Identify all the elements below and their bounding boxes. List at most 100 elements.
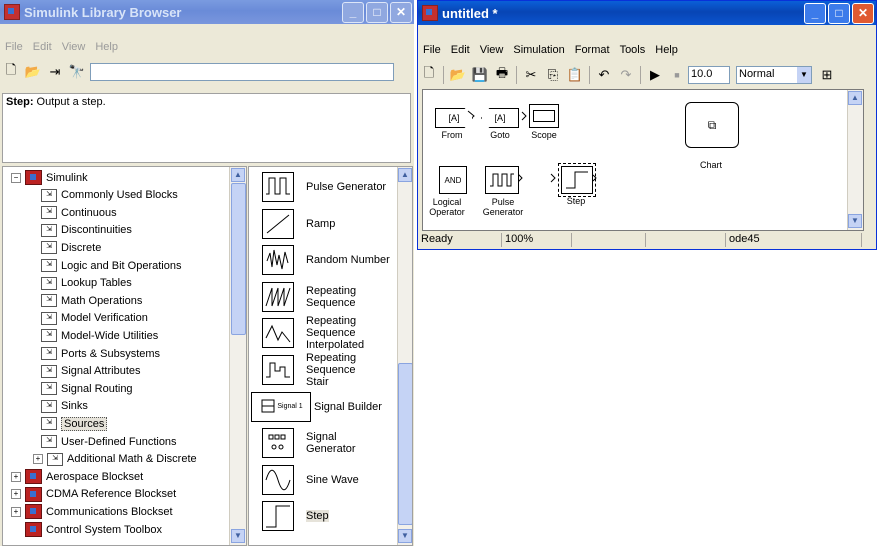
- canvas-scroll-down-button[interactable]: ▼: [848, 214, 862, 228]
- menu-help[interactable]: Help: [90, 41, 123, 53]
- tree-node[interactable]: ⇲ Logic and Bit Operations: [41, 257, 181, 274]
- library-block-item[interactable]: Repeating Sequence: [249, 277, 396, 317]
- tree-scroll-up-button[interactable]: ▲: [231, 168, 245, 182]
- new-icon[interactable]: 🗋: [418, 65, 440, 85]
- redo-icon[interactable]: ↷: [615, 65, 637, 85]
- pin-icon[interactable]: ⇥: [44, 62, 66, 82]
- repeating-sequence-stair-icon[interactable]: [262, 355, 294, 385]
- repeating-sequence-interpolated-icon[interactable]: [262, 318, 294, 349]
- menu-edit[interactable]: Edit: [28, 41, 57, 53]
- open-icon[interactable]: 📂: [447, 65, 469, 85]
- library-block-item[interactable]: Step: [249, 496, 396, 536]
- expand-icon[interactable]: +: [33, 454, 43, 465]
- undo-icon[interactable]: ↶: [593, 65, 615, 85]
- tree-node[interactable]: ⇲ User-Defined Functions: [41, 433, 177, 450]
- expand-icon[interactable]: +: [11, 489, 21, 500]
- chevron-down-icon[interactable]: ▼: [797, 67, 811, 83]
- cut-icon[interactable]: ✂: [520, 65, 542, 85]
- signal-generator-icon[interactable]: [262, 428, 294, 459]
- tree-node[interactable]: ⇲ Signal Routing: [41, 380, 133, 397]
- step-icon[interactable]: [262, 501, 294, 532]
- tree-node[interactable]: ⇲ Ports & Subsystems: [41, 345, 160, 362]
- tree-node[interactable]: ⇲ Math Operations: [41, 292, 142, 309]
- close-button[interactable]: ✕: [390, 2, 412, 23]
- library-browser-titlebar[interactable]: Simulink Library Browser _ □ ✕: [0, 0, 414, 24]
- random-number-icon[interactable]: [262, 245, 294, 276]
- find-icon[interactable]: 🔭: [66, 62, 88, 82]
- tree-node[interactable]: + Communications Blockset: [11, 503, 173, 520]
- step-block[interactable]: [558, 163, 596, 197]
- blocks-scroll-up-button[interactable]: ▲: [398, 168, 412, 182]
- menu-edit[interactable]: Edit: [446, 44, 475, 56]
- collapse-icon[interactable]: −: [11, 172, 21, 183]
- scope-block[interactable]: [529, 104, 559, 128]
- tree-node[interactable]: ⇲ Sinks: [41, 398, 88, 415]
- signal-builder-icon[interactable]: Signal 1: [251, 391, 311, 422]
- maximize-button[interactable]: □: [366, 2, 388, 23]
- new-model-icon[interactable]: 🗋: [0, 62, 22, 82]
- simulation-mode-select[interactable]: Normal ▼: [736, 66, 812, 84]
- save-icon[interactable]: 💾: [469, 65, 491, 85]
- paste-icon[interactable]: 📋: [564, 65, 586, 85]
- logical-operator-block[interactable]: AND: [439, 166, 467, 194]
- menu-view[interactable]: View: [57, 41, 91, 53]
- stop-simulation-icon[interactable]: ■: [666, 65, 688, 85]
- tree-node[interactable]: + Aerospace Blockset: [11, 468, 143, 485]
- open-icon[interactable]: 📂: [22, 62, 44, 82]
- build-icon[interactable]: ⊞: [816, 65, 838, 85]
- model-canvas[interactable]: [A] From [A] Goto Scope ⧉ Chart AND Logi…: [422, 89, 864, 231]
- tree-scroll-down-button[interactable]: ▼: [231, 529, 245, 543]
- tree-node[interactable]: ⇲ Signal Attributes: [41, 363, 141, 380]
- menu-file[interactable]: File: [0, 41, 28, 53]
- menu-view[interactable]: View: [475, 44, 509, 56]
- sine-wave-icon[interactable]: [262, 464, 294, 495]
- canvas-scrollbar[interactable]: ▲ ▼: [847, 90, 863, 230]
- pulse-generator-icon[interactable]: [262, 172, 294, 202]
- menu-help[interactable]: Help: [650, 44, 683, 56]
- pulse-generator-block[interactable]: [485, 166, 519, 194]
- tree-node[interactable]: ⇲ Continuous: [41, 204, 117, 221]
- library-block-item[interactable]: Signal 1 Signal Builder: [249, 387, 396, 427]
- blocks-scroll-down-button[interactable]: ▼: [398, 529, 412, 543]
- blocks-scroll-thumb[interactable]: [398, 363, 412, 525]
- print-icon[interactable]: 🖶: [491, 65, 513, 85]
- minimize-button[interactable]: _: [804, 3, 826, 24]
- tree-scroll-thumb[interactable]: [231, 183, 246, 335]
- ramp-icon[interactable]: [262, 208, 294, 239]
- tree-node[interactable]: − Simulink: [11, 169, 88, 186]
- library-block-item[interactable]: Pulse Generator: [249, 167, 396, 207]
- model-titlebar[interactable]: untitled * _ □ ✕: [418, 1, 876, 25]
- expand-icon[interactable]: +: [11, 506, 21, 517]
- tree-node[interactable]: ⇲ Commonly Used Blocks: [41, 187, 178, 204]
- copy-icon[interactable]: ⎘: [542, 65, 564, 85]
- tree-scrollbar[interactable]: ▲ ▼: [229, 167, 246, 545]
- tree-node[interactable]: ⇲ Discrete: [41, 239, 101, 256]
- tree-node[interactable]: + CDMA Reference Blockset: [11, 486, 176, 503]
- tree-node[interactable]: ⇲ Sources: [41, 415, 108, 432]
- library-block-item[interactable]: Sine Wave: [249, 460, 396, 500]
- blocks-scrollbar[interactable]: ▲ ▼: [397, 167, 412, 545]
- menu-tools[interactable]: Tools: [615, 44, 651, 56]
- menu-file[interactable]: File: [418, 44, 446, 56]
- library-block-item[interactable]: Signal Generator: [249, 423, 396, 463]
- minimize-button[interactable]: _: [342, 2, 364, 23]
- close-button[interactable]: ✕: [852, 3, 874, 24]
- tree-node[interactable]: Control System Toolbox: [25, 521, 162, 538]
- tree-node[interactable]: ⇲ Model Verification: [41, 310, 148, 327]
- repeating-sequence-icon[interactable]: [262, 281, 294, 312]
- library-block-item[interactable]: Random Number: [249, 240, 396, 280]
- tree-node[interactable]: ⇲ Lookup Tables: [41, 275, 132, 292]
- search-input[interactable]: [90, 63, 394, 81]
- maximize-button[interactable]: □: [828, 3, 850, 24]
- library-block-item[interactable]: Ramp: [249, 204, 396, 244]
- canvas-scroll-up-button[interactable]: ▲: [848, 91, 862, 105]
- expand-icon[interactable]: +: [11, 471, 21, 482]
- menu-simulation[interactable]: Simulation: [508, 44, 569, 56]
- start-simulation-icon[interactable]: ▶: [644, 65, 666, 85]
- library-block-item[interactable]: Repeating Sequence Stair: [249, 350, 396, 390]
- chart-block[interactable]: ⧉: [685, 102, 739, 148]
- tree-node[interactable]: ⇲ Discontinuities: [41, 222, 132, 239]
- library-block-item[interactable]: Repeating Sequence Interpolated: [249, 313, 396, 353]
- tree-node[interactable]: + ⇲ Additional Math & Discrete: [33, 451, 197, 468]
- tree-node[interactable]: ⇲ Model-Wide Utilities: [41, 327, 158, 344]
